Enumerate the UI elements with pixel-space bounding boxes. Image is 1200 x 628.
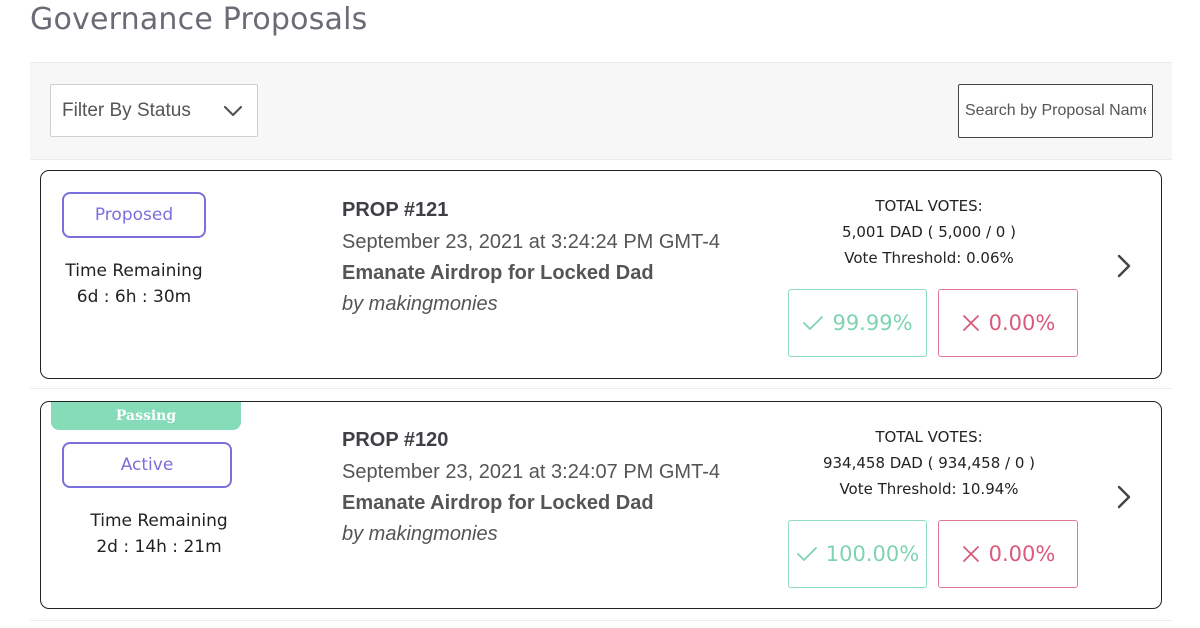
- status-filter-label: Filter By Status: [62, 99, 191, 121]
- vote-against-percent: 0.00%: [988, 542, 1056, 566]
- vote-threshold: Vote Threshold: 10.94%: [839, 480, 1019, 498]
- vote-for-box: 99.99%: [788, 289, 927, 357]
- vote-for-percent: 100.00%: [825, 542, 920, 566]
- chevron-right-icon[interactable]: [1111, 480, 1137, 514]
- proposal-search-input[interactable]: [958, 84, 1153, 138]
- time-remaining-label: Time Remaining: [90, 511, 228, 531]
- status-badge: Active: [62, 442, 232, 488]
- status-badge: Proposed: [62, 192, 206, 238]
- x-icon: [962, 546, 979, 562]
- chevron-right-icon[interactable]: [1111, 249, 1137, 283]
- passing-ribbon: Passing: [51, 402, 241, 430]
- page-title: Governance Proposals: [30, 2, 368, 37]
- vote-against-box: 0.00%: [938, 289, 1078, 357]
- vote-threshold: Vote Threshold: 0.06%: [844, 249, 1014, 267]
- proposal-info: PROP #120 September 23, 2021 at 3:24:07 …: [342, 424, 720, 550]
- total-votes-value: 934,458 DAD ( 934,458 / 0 ): [822, 454, 1036, 472]
- time-remaining-value: 6d : 6h : 30m: [76, 287, 192, 307]
- filter-bar: Filter By Status: [30, 62, 1172, 160]
- proposal-row: Proposed Time Remaining 6d : 6h : 30m PR…: [30, 160, 1172, 389]
- time-remaining-value: 2d : 14h : 21m: [96, 537, 222, 557]
- proposal-date: September 23, 2021 at 3:24:07 PM GMT-4: [342, 461, 720, 483]
- vote-for-percent: 99.99%: [832, 311, 913, 335]
- vote-summary: TOTAL VOTES: 934,458 DAD ( 934,458 / 0 )…: [761, 424, 1097, 502]
- proposal-name: Emanate Airdrop for Locked Dad: [342, 492, 654, 514]
- status-filter-dropdown[interactable]: Filter By Status: [50, 84, 258, 137]
- x-icon: [962, 315, 979, 331]
- proposal-card[interactable]: Passing Active Time Remaining 2d : 14h :…: [40, 401, 1162, 609]
- total-votes-label: TOTAL VOTES:: [875, 197, 983, 215]
- proposal-author: by makingmonies: [342, 523, 498, 545]
- proposal-name: Emanate Airdrop for Locked Dad: [342, 262, 654, 284]
- proposal-row: Passing Active Time Remaining 2d : 14h :…: [30, 390, 1172, 621]
- vote-summary: TOTAL VOTES: 5,001 DAD ( 5,000 / 0 ) Vot…: [761, 193, 1097, 271]
- time-remaining: Time Remaining 6d : 6h : 30m: [54, 258, 214, 310]
- time-remaining-label: Time Remaining: [65, 261, 203, 281]
- proposal-number: PROP #120: [342, 429, 449, 451]
- proposal-info: PROP #121 September 23, 2021 at 3:24:24 …: [342, 194, 720, 320]
- check-icon: [803, 316, 824, 330]
- vote-for-box: 100.00%: [788, 520, 927, 588]
- check-icon: [796, 547, 817, 561]
- total-votes-label: TOTAL VOTES:: [875, 428, 983, 446]
- vote-against-box: 0.00%: [938, 520, 1078, 588]
- proposal-date: September 23, 2021 at 3:24:24 PM GMT-4: [342, 231, 720, 253]
- total-votes-value: 5,001 DAD ( 5,000 / 0 ): [842, 223, 1016, 241]
- proposal-card[interactable]: Proposed Time Remaining 6d : 6h : 30m PR…: [40, 170, 1162, 379]
- chevron-down-icon: [223, 105, 243, 117]
- proposal-author: by makingmonies: [342, 293, 498, 315]
- time-remaining: Time Remaining 2d : 14h : 21m: [64, 508, 254, 560]
- proposal-number: PROP #121: [342, 199, 449, 221]
- vote-against-percent: 0.00%: [988, 311, 1056, 335]
